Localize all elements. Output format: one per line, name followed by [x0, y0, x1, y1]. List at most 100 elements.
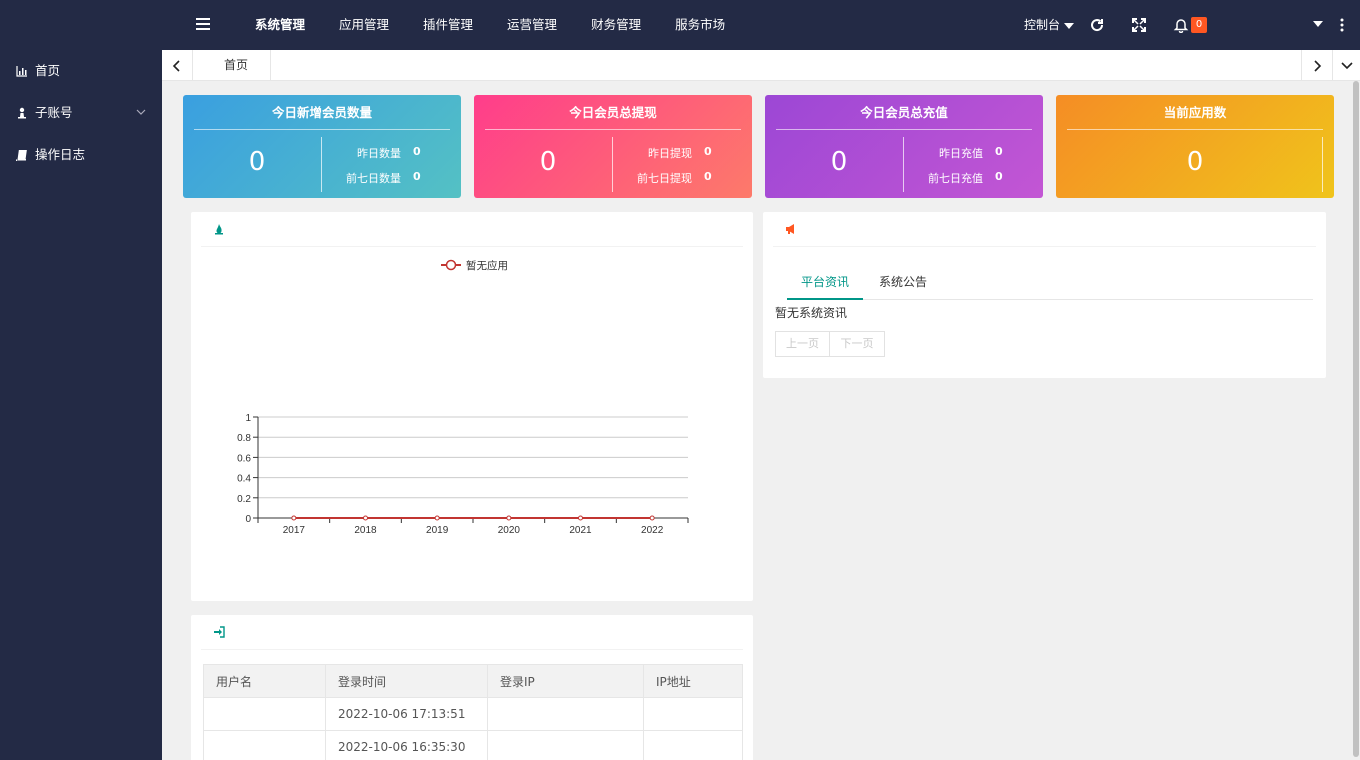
nav-item-operations[interactable]: 运营管理: [490, 0, 574, 50]
legend-marker: [445, 259, 457, 271]
sidebar-item-oplog[interactable]: 操作日志: [0, 134, 162, 176]
x-tick-label: 2020: [498, 525, 521, 536]
login-log-panel: 用户名 登录时间 登录IP IP地址 2022-10-06 17:13:51 2…: [191, 615, 753, 760]
nav-item-finance[interactable]: 财务管理: [574, 0, 658, 50]
nav-item-market[interactable]: 服务市场: [658, 0, 742, 50]
news-panel: 平台资讯 系统公告 暂无系统资讯 上一页 下一页: [763, 212, 1326, 378]
data-point: [291, 515, 297, 521]
table-row: 2022-10-06 16:35:30: [203, 730, 743, 760]
table-cell: [643, 697, 743, 731]
x-tick-label: 2018: [354, 525, 377, 536]
stat-sub-row: 昨日充值 0: [915, 145, 1035, 161]
x-tick-label: 2022: [641, 525, 664, 536]
table-cell: [203, 730, 326, 760]
stat-card-value: 0: [248, 147, 266, 177]
nav-item-system[interactable]: 系统管理: [238, 0, 322, 50]
x-tick-label: 2019: [426, 525, 449, 536]
tabs-scroll-right-button[interactable]: [1301, 50, 1332, 81]
tabs-scroll-left-button[interactable]: [162, 50, 193, 81]
stat-sub-label: 昨日充值: [939, 147, 983, 160]
table-cell: [643, 730, 743, 760]
stat-sub-label: 前七日提现: [637, 172, 692, 185]
news-pager: 上一页 下一页: [775, 331, 885, 357]
prev-page-button[interactable]: 上一页: [775, 331, 830, 357]
stat-card-app-count: 当前应用数 0: [1056, 95, 1334, 198]
stat-sub-value: 0: [995, 145, 1003, 158]
user-icon: [18, 107, 26, 119]
stat-sub-label: 昨日数量: [357, 147, 401, 160]
x-tick-label: 2017: [283, 525, 306, 536]
fullscreen-icon[interactable]: [1131, 17, 1147, 33]
y-tick-label: 0.8: [237, 433, 251, 444]
console-dropdown[interactable]: 控制台: [1024, 0, 1075, 50]
console-label: 控制台: [1024, 18, 1061, 32]
page-tabs-bar: 首页: [162, 50, 1360, 81]
stat-sub-label: 昨日提现: [648, 147, 692, 160]
stat-sub-row: 前七日充值 0: [915, 170, 1035, 186]
table-cell: [203, 697, 326, 731]
data-point: [578, 515, 583, 521]
page-scrollbar[interactable]: [1352, 81, 1360, 760]
chevron-down-icon: [136, 109, 146, 115]
top-nav: 系统管理 应用管理 插件管理 运营管理 财务管理 服务市场: [238, 0, 742, 50]
stat-card-recharges: 今日会员总充值 0 昨日充值 0 前七日充值 0: [765, 95, 1043, 198]
sidebar-item-subaccount[interactable]: 子账号: [0, 92, 162, 134]
nav-item-plugins[interactable]: 插件管理: [406, 0, 490, 50]
sidebar-item-label: 首页: [35, 63, 61, 78]
stat-card-title: 今日新增会员数量: [194, 95, 450, 130]
table-header-row: 用户名 登录时间 登录IP IP地址: [203, 664, 743, 698]
column-header: 登录时间: [325, 664, 488, 698]
stat-sub-row: 前七日提现 0: [624, 170, 744, 186]
tabs-menu-button[interactable]: [1332, 50, 1360, 81]
news-empty-text: 暂无系统资讯: [775, 306, 848, 320]
y-tick-label: 0.2: [237, 494, 251, 505]
stat-card-value: 0: [830, 147, 848, 177]
stat-sub-value: 0: [995, 170, 1003, 183]
stat-sub-value: 0: [704, 170, 712, 183]
y-tick-label: 1: [245, 413, 251, 424]
notification-badge: 0: [1191, 17, 1207, 33]
stat-sub-value: 0: [413, 170, 421, 183]
panel-header: [201, 615, 743, 650]
caret-down-icon: [1064, 22, 1075, 29]
nav-item-apps[interactable]: 应用管理: [322, 0, 406, 50]
divider: [321, 137, 322, 192]
table-cell: 2022-10-06 16:35:30: [325, 730, 488, 760]
chevron-down-icon: [1340, 61, 1353, 69]
menu-toggle-icon[interactable]: [196, 18, 210, 30]
tab-system-announcement[interactable]: 系统公告: [865, 268, 941, 300]
column-header: IP地址: [643, 664, 743, 698]
next-page-button[interactable]: 下一页: [830, 331, 885, 357]
stat-card-withdrawals: 今日会员总提现 0 昨日提现 0 前七日提现 0: [474, 95, 752, 198]
tab-home[interactable]: 首页: [194, 50, 272, 81]
scrollbar-thumb[interactable]: [1353, 81, 1359, 757]
stat-card-title: 当前应用数: [1067, 95, 1323, 130]
panel-header: [201, 212, 743, 247]
table-row: 2022-10-06 17:13:51: [203, 697, 743, 731]
table-cell: 2022-10-06 17:13:51: [325, 697, 488, 731]
login-log-table: 用户名 登录时间 登录IP IP地址 2022-10-06 17:13:51 2…: [203, 664, 743, 760]
main-content: 今日新增会员数量 0 昨日数量 0 前七日数量 0 今日会员总提现 0 昨日提现 0 …: [162, 81, 1352, 760]
column-header: 用户名: [203, 664, 326, 698]
news-tabs: 平台资讯 系统公告: [787, 268, 1313, 300]
megaphone-icon: [786, 224, 794, 234]
chevron-right-icon: [1314, 59, 1322, 72]
more-options-icon[interactable]: [1336, 17, 1348, 33]
legend-label: 暂无应用: [466, 259, 508, 272]
divider: [1322, 137, 1323, 192]
tab-platform-news[interactable]: 平台资讯: [787, 268, 863, 300]
line-chart: 0 0.2 0.4 0.6 0.8 1 2017 2018 2019 2020 2021 2022 暂无…: [237, 259, 689, 536]
refresh-icon[interactable]: [1089, 17, 1105, 33]
sidebar-item-home[interactable]: 首页: [0, 50, 162, 92]
sidebar-item-label: 子账号: [35, 105, 73, 120]
user-menu-caret-icon[interactable]: [1313, 21, 1323, 27]
stat-sub-value: 0: [704, 145, 712, 158]
y-tick-label: 0.4: [237, 474, 251, 485]
table-cell: [487, 730, 644, 760]
y-tick-label: 0: [245, 514, 251, 525]
bell-icon[interactable]: [1173, 17, 1189, 33]
data-point: [434, 515, 440, 521]
sidebar-item-label: 操作日志: [35, 147, 86, 162]
stat-sub-label: 前七日充值: [928, 172, 983, 185]
x-tick-label: 2021: [569, 525, 592, 536]
